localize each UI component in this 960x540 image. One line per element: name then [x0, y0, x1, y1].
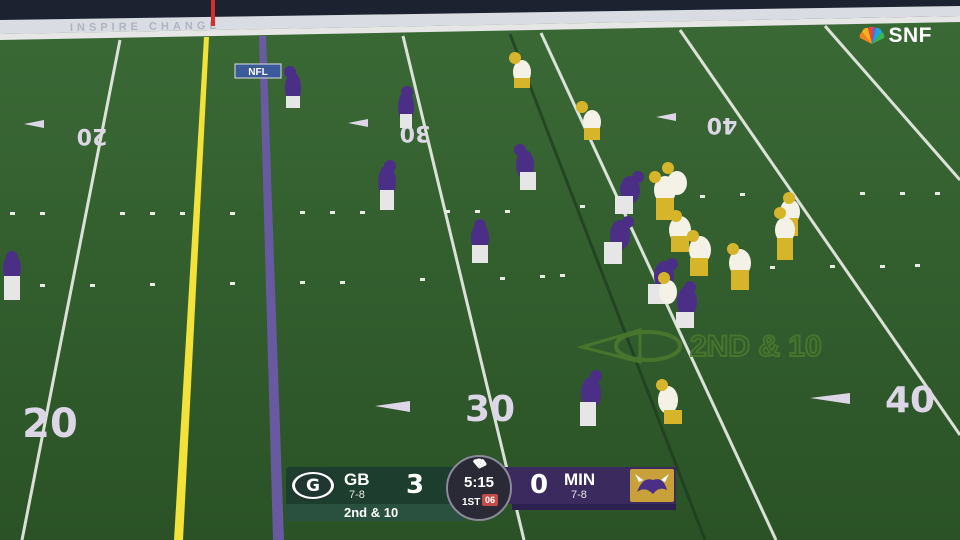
network-logo: SNF	[859, 24, 933, 48]
broadcast-frame: INSPIRE CHANGE NFL 20 30 40 20 30 40 2ND…	[0, 0, 960, 540]
away-team-record: 7-8	[571, 489, 587, 501]
home-team-panel: G GB 7-8 3	[286, 467, 464, 504]
yard-number-bottom-30: 30	[465, 389, 515, 430]
game-clock: 5:15 1ST 06	[446, 455, 512, 521]
quarter: 1ST	[462, 497, 481, 508]
score-bug: G GB 7-8 3 0 MIN 7-8 2nd & 10 5:15 1ST 0…	[286, 455, 676, 521]
field-logo-nfl: NFL	[234, 63, 282, 79]
peacock-icon	[473, 458, 487, 469]
defender	[3, 251, 21, 300]
away-team-score: 0	[530, 470, 549, 500]
away-team-abbr: MIN	[564, 470, 596, 489]
down-distance-bar: 2nd & 10	[286, 504, 464, 521]
packers-logo: G	[290, 470, 336, 501]
yard-number-top-40: 40	[707, 112, 738, 137]
peacock-icon	[859, 26, 884, 44]
home-team-score: 3	[406, 470, 425, 500]
home-team-record: 7-8	[349, 489, 365, 501]
play-clock: 06	[482, 494, 499, 506]
home-team-abbr: GB	[344, 470, 370, 489]
down-distance: 2nd & 10	[344, 505, 399, 520]
network-name: SNF	[888, 24, 932, 47]
vikings-logo	[630, 469, 674, 502]
clock-time: 5:15	[463, 474, 495, 491]
yard-number-bottom-20: 20	[22, 401, 78, 447]
yard-number-bottom-40: 40	[885, 380, 935, 421]
svg-text:2ND & 10: 2ND & 10	[690, 330, 822, 363]
yard-number-top-20: 20	[77, 123, 108, 148]
svg-text:NFL: NFL	[248, 67, 267, 78]
